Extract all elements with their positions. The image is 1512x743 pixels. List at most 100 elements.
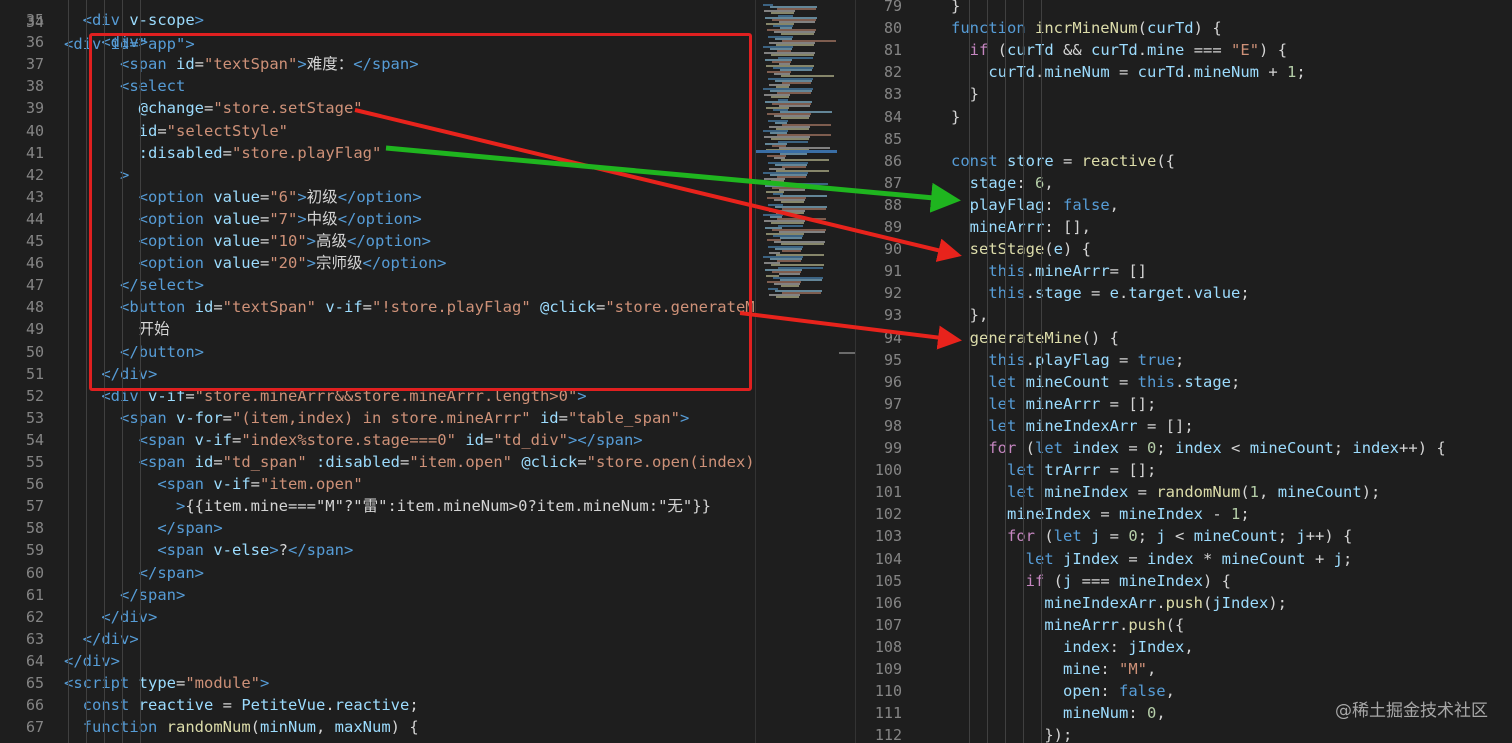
code-line[interactable]: 100 let trArrr = []; (855, 459, 1512, 481)
code-token: . (1137, 41, 1148, 60)
code-line[interactable]: 104 let jIndex = index * mineCount + j; (855, 548, 1512, 570)
code-text: function randomNum(minNum, maxNum) { (64, 716, 419, 738)
minimap-line (782, 165, 806, 168)
code-line[interactable]: 97 let mineArrr = []; (855, 393, 1512, 415)
code-line[interactable]: 89 mineArrr: [], (855, 216, 1512, 238)
line-number: 108 (874, 637, 902, 656)
pane-divider[interactable] (755, 0, 756, 743)
code-line[interactable]: 56 <span v-if="item.open" (0, 473, 755, 495)
code-line[interactable]: 80 function incrMineNum(curTd) { (855, 17, 1512, 39)
code-line[interactable]: 102 mineIndex = mineIndex - 1; (855, 503, 1512, 525)
code-token: = (250, 475, 261, 494)
code-line[interactable]: 112 }); (855, 724, 1512, 743)
code-line[interactable]: 94 generateMine() { (855, 327, 1512, 349)
line-number: 62 (25, 607, 44, 626)
watermark: @稀土掘金技术社区 (1335, 701, 1488, 721)
code-line[interactable]: 54 <span v-if="index%store.stage===0" id… (0, 429, 755, 451)
code-line[interactable]: 79} (855, 0, 1512, 17)
minimap-slider[interactable] (755, 150, 837, 153)
code-text: mineIndex = mineIndex - 1; (951, 503, 1250, 525)
code-line[interactable]: 105 if (j === mineIndex) { (855, 570, 1512, 592)
code-token: ( (1202, 593, 1213, 612)
code-token: mineNum (1193, 63, 1260, 82)
code-token: , (316, 718, 335, 737)
line-number: 56 (25, 475, 44, 494)
code-line[interactable]: 35 <div v-scope> (0, 9, 755, 31)
code-line[interactable]: 101 let mineIndex = randomNum(1, mineCou… (855, 481, 1512, 503)
code-line[interactable]: 62 </div> (0, 606, 755, 628)
code-token: : (1044, 195, 1063, 214)
code-line[interactable]: 87 stage: 6, (855, 172, 1512, 194)
code-line[interactable]: 98 let mineIndexArr = []; (855, 415, 1512, 437)
code-token: < (1165, 527, 1194, 546)
code-token: </div> (64, 651, 120, 670)
code-line[interactable]: 99 for (let index = 0; index < mineCount… (855, 437, 1512, 459)
code-token: ></span> (567, 430, 643, 449)
code-line[interactable]: 59 <span v-else>?</span> (0, 539, 755, 561)
code-token: store (997, 151, 1054, 170)
code-line[interactable]: 103 for (let j = 0; j < mineCount; j++) … (855, 525, 1512, 547)
code-line[interactable]: 61 </span> (0, 584, 755, 606)
code-line[interactable]: 67 function randomNum(minNum, maxNum) { (0, 716, 755, 738)
code-line[interactable]: 60 </span> (0, 562, 755, 584)
code-line[interactable]: 84} (855, 106, 1512, 128)
code-token: id (530, 408, 559, 427)
code-text: <span id="td_span" :disabled="item.open"… (64, 451, 755, 473)
code-line[interactable]: 91 this.mineArrr= [] (855, 260, 1512, 282)
code-token: . (1025, 350, 1035, 369)
code-line[interactable]: 83 } (855, 83, 1512, 105)
code-token: . (1119, 284, 1129, 303)
code-line[interactable]: 81 if (curTd && curTd.mine === "E") { (855, 39, 1512, 61)
code-token: this (988, 350, 1026, 369)
code-line[interactable]: 92 this.stage = e.target.value; (855, 282, 1512, 304)
code-token: "M" (1118, 660, 1147, 678)
code-line[interactable]: 65 <script type="module"> (0, 672, 755, 694)
code-line[interactable]: 106 mineIndexArr.push(jIndex); (855, 592, 1512, 614)
code-line[interactable]: 88 playFlag: false, (855, 194, 1512, 216)
code-token: </div> (101, 607, 158, 626)
code-line[interactable]: 64 </div> (0, 650, 755, 672)
code-text: mineArrr: [], (951, 216, 1091, 238)
code-line[interactable]: 53 <span v-for="(item,index) in store.mi… (0, 407, 755, 429)
right-editor-pane[interactable]: 79} 80 function incrMineNum(curTd) {81 if … (855, 0, 1512, 743)
line-number: 88 (883, 195, 902, 214)
code-line[interactable]: 55 <span id="td_span" :disabled="item.op… (0, 451, 755, 473)
code-line[interactable]: 57 >{{item.mine==="M"?"雷":item.mineNum>0… (0, 495, 755, 517)
code-line[interactable]: 107 mineArrr.push({ (855, 614, 1512, 636)
code-token: ({ (1156, 151, 1175, 170)
code-token: j (1156, 527, 1166, 546)
code-line[interactable]: 63 </div> (0, 628, 755, 650)
code-token: <script (64, 674, 130, 692)
code-line[interactable]: 86 const store = reactive({ (855, 150, 1512, 172)
code-token: . (1156, 593, 1166, 612)
code-line[interactable]: 108 index: jIndex, (855, 636, 1512, 658)
code-token: 0 (1147, 439, 1157, 457)
code-token: PetiteVue (241, 696, 326, 715)
code-token: stage (969, 173, 1017, 192)
code-line[interactable]: 96 let mineCount = this.stage; (855, 371, 1512, 393)
code-line[interactable]: 58 </span> (0, 517, 755, 539)
code-token: <span (138, 430, 186, 449)
line-number: 101 (874, 483, 902, 502)
minimap-line (781, 285, 799, 288)
code-line[interactable]: 66 const reactive = PetiteVue.reactive; (0, 694, 755, 716)
code-line[interactable]: 90 setStage(e) { (855, 238, 1512, 260)
code-line[interactable]: 85 (855, 128, 1512, 150)
code-line[interactable]: 95 this.playFlag = true; (855, 349, 1512, 371)
line-number: 35 (25, 11, 44, 29)
minimap-line (779, 272, 800, 275)
code-token: curTd (1091, 41, 1138, 60)
code-token: mineCount (1221, 549, 1306, 568)
code-line[interactable]: 82 curTd.mineNum = curTd.mineNum + 1; (855, 61, 1512, 83)
code-line[interactable]: 109 mine: "M", (855, 658, 1512, 680)
minimap[interactable] (755, 0, 855, 743)
code-token: : (1128, 704, 1147, 723)
minimap-line (777, 260, 801, 263)
pane-divider[interactable] (855, 0, 856, 743)
line-number: 57 (25, 497, 44, 516)
code-text: </div> (64, 606, 157, 628)
code-line[interactable]: 93 }, (855, 304, 1512, 326)
